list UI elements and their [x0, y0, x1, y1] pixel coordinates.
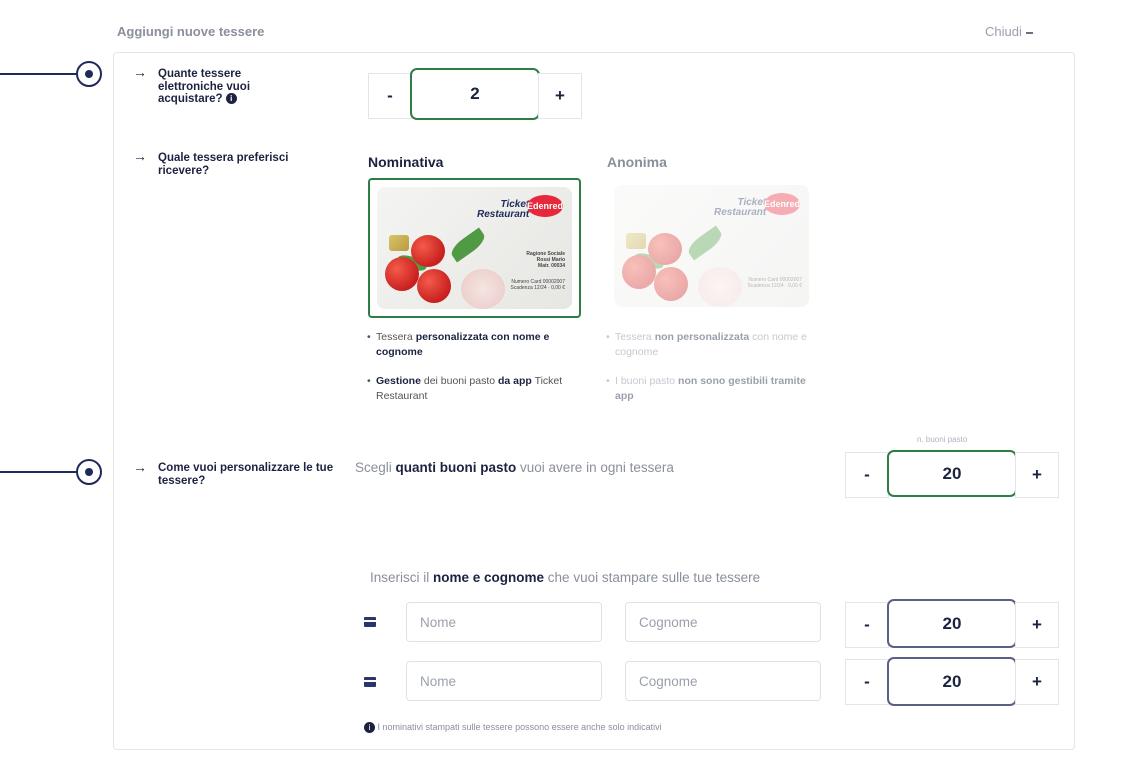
- nominativa-bullet-1: • Tessera personalizzata con nome e cogno…: [367, 331, 550, 358]
- timeline-marker-icon: [76, 459, 102, 485]
- row-vouchers-value[interactable]: 20: [887, 657, 1017, 706]
- close-button[interactable]: Chiudi: [985, 24, 1033, 39]
- row-vouchers-value[interactable]: 20: [887, 599, 1017, 648]
- timeline-marker-icon: [76, 61, 102, 87]
- timeline-line: [0, 73, 78, 75]
- row-vouchers-minus-button[interactable]: -: [845, 602, 889, 648]
- option-anonima-title: Anonima: [607, 154, 667, 170]
- first-name-input[interactable]: Nome: [406, 602, 602, 642]
- first-name-input[interactable]: Nome: [406, 661, 602, 701]
- cards-minus-button[interactable]: -: [368, 73, 412, 119]
- vouchers-label: n. buoni pasto: [917, 435, 968, 444]
- option-anonima-card[interactable]: Ticket Restaurant Edenred Numero Card 000…: [607, 178, 820, 318]
- card-image-nominativa: Ticket Restaurant Edenred Ragione Sociale…: [377, 187, 572, 309]
- vouchers-value[interactable]: 20: [887, 450, 1017, 497]
- names-prompt: Inserisci il nome e cognome che vuoi sta…: [370, 570, 761, 585]
- arrow-right-icon: →: [133, 148, 147, 164]
- row-vouchers-plus-button[interactable]: +: [1015, 602, 1059, 648]
- close-label: Chiudi: [985, 24, 1022, 39]
- vouchers-plus-button[interactable]: +: [1015, 452, 1059, 498]
- row-vouchers-plus-button[interactable]: +: [1015, 659, 1059, 705]
- collapse-icon: [1025, 31, 1033, 34]
- anonima-bullet-1: • Tessera non personalizzata con nome e c…: [606, 331, 807, 358]
- anonima-bullet-2: • I buoni pasto non sono gestibili tramit…: [606, 375, 806, 402]
- arrow-right-icon: →: [133, 64, 147, 80]
- row-vouchers-minus-button[interactable]: -: [845, 659, 889, 705]
- footnote: i I nominativi stampati sulle tessere po…: [364, 722, 662, 734]
- question-quantity: Quante tessere elettroniche vuoi acquist…: [158, 68, 251, 105]
- vouchers-minus-button[interactable]: -: [845, 452, 889, 498]
- last-name-input[interactable]: Cognome: [625, 602, 821, 642]
- vouchers-prompt: Scegli quanti buoni pasto vuoi avere in …: [355, 460, 674, 475]
- option-nominativa-card[interactable]: Ticket Restaurant Edenred Ragione Sociale…: [368, 178, 581, 318]
- nominativa-bullet-2: • Gestione dei buoni pasto da app Ticket …: [367, 375, 563, 402]
- last-name-input[interactable]: Cognome: [625, 661, 821, 701]
- card-icon: [364, 617, 376, 627]
- cards-quantity-value[interactable]: 2: [410, 68, 540, 120]
- question-personalize: Come vuoi personalizzare le tue tessere?: [158, 462, 334, 487]
- info-icon: i: [364, 722, 375, 734]
- card-image-anonima: Ticket Restaurant Edenred Numero Card 000…: [614, 185, 809, 307]
- timeline-line: [0, 471, 78, 473]
- option-nominativa-title: Nominativa: [368, 154, 444, 170]
- arrow-right-icon: →: [133, 459, 147, 475]
- question-preference: Quale tessera preferisci ricevere?: [158, 152, 289, 177]
- cards-plus-button[interactable]: +: [538, 73, 582, 119]
- card-icon: [364, 677, 376, 687]
- info-icon[interactable]: i: [225, 93, 237, 105]
- page-title: Aggiungi nuove tessere: [117, 24, 265, 39]
